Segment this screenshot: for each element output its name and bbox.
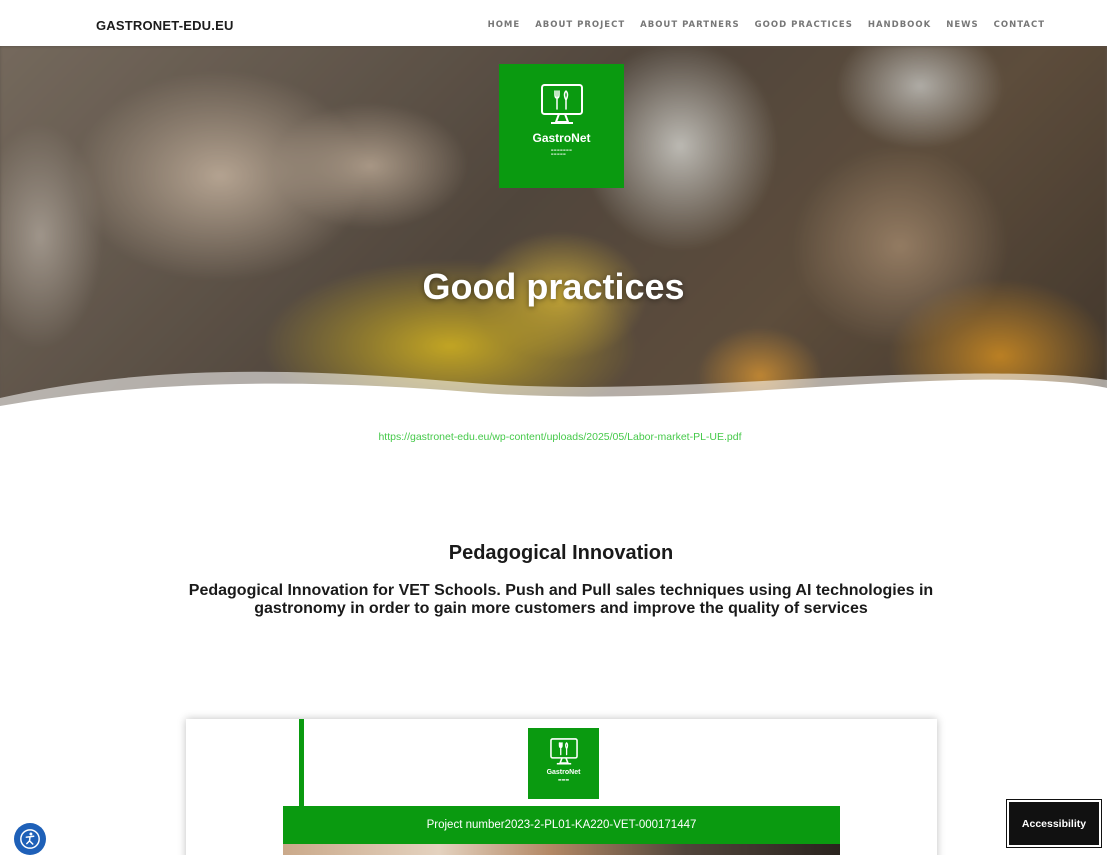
document-preview[interactable]: GastroNet ▬▬▬ Project number 2023-2-PL01… [186,719,937,855]
gastronet-logo: GastroNet ▬▬▬▬▬▬▬ ▬▬▬▬▬ [499,64,624,188]
document-logo-tagline-graphic: ▬▬▬ [557,777,570,782]
nav-home[interactable]: HOME [488,20,521,30]
accessibility-person-icon [20,829,40,849]
hero-banner: GastroNet ▬▬▬▬▬▬▬ ▬▬▬▬▬ Good practices [0,46,1107,430]
computer-cutlery-icon [549,738,578,765]
nav-contact[interactable]: CONTACT [994,20,1045,30]
accessibility-icon[interactable] [14,823,46,855]
hero-wave-divider [0,371,1107,430]
document-photo [283,844,840,855]
project-number-label: Project number [426,819,505,831]
page-title: Good practices [422,266,685,308]
nav-about-project[interactable]: ABOUT PROJECT [535,20,625,30]
section-description: Pedagogical Innovation for VET Schools. … [188,582,934,617]
nav-good-practices[interactable]: GOOD PRACTICES [755,20,853,30]
accessibility-button[interactable]: Accessibility [1006,799,1102,848]
nav-news[interactable]: NEWS [946,20,978,30]
logo-tagline-graphic: ▬▬▬▬▬▬▬ ▬▬▬▬▬ [550,148,573,156]
computer-cutlery-icon [540,84,583,124]
section-title: Pedagogical Innovation [448,542,674,564]
logo-wordmark: GastroNet [532,131,591,145]
project-number-value: 2023-2-PL01-KA220-VET-000171447 [504,819,697,831]
page: GASTRONET-EDU.EU HOME ABOUT PROJECT ABOU… [0,0,1107,855]
document-logo-wordmark: GastroNet [546,769,581,776]
main-menu: HOME ABOUT PROJECT ABOUT PARTNERS GOOD P… [488,20,1045,30]
top-navigation: GASTRONET-EDU.EU HOME ABOUT PROJECT ABOU… [0,0,1107,46]
project-number-banner: Project number 2023-2-PL01-KA220-VET-000… [283,806,840,844]
nav-about-partners[interactable]: ABOUT PARTNERS [640,20,740,30]
document-logo: GastroNet ▬▬▬ [528,728,599,799]
labor-market-pdf-link[interactable]: https://gastronet-edu.eu/wp-content/uplo… [0,431,1107,443]
site-brand-link[interactable]: GASTRONET-EDU.EU [96,18,234,33]
nav-handbook[interactable]: HANDBOOK [868,20,931,30]
